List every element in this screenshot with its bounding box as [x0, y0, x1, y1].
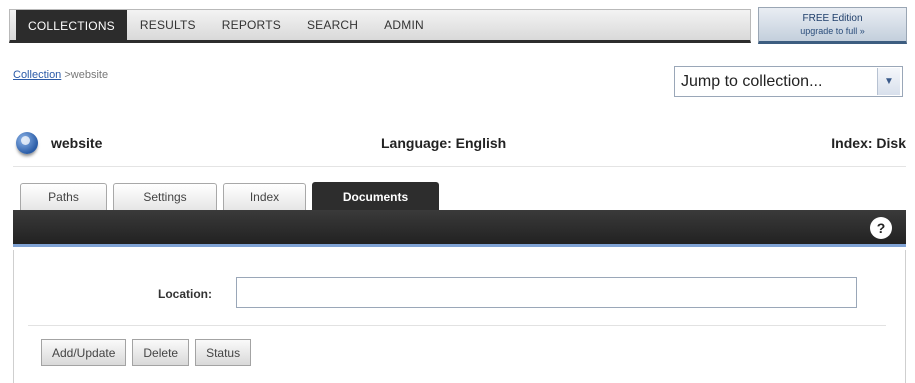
divider	[28, 325, 886, 326]
nav-collections[interactable]: COLLECTIONS	[16, 10, 127, 41]
tab-paths[interactable]: Paths	[20, 183, 107, 210]
delete-button[interactable]: Delete	[132, 339, 190, 366]
breadcrumb-separator: >	[61, 69, 71, 81]
tab-index[interactable]: Index	[223, 183, 306, 210]
collection-header: website Language: English Index: Disk	[13, 132, 906, 156]
collection-name: website	[51, 135, 103, 151]
chevron-down-icon[interactable]: ▼	[877, 68, 900, 95]
jump-to-collection-select[interactable]: Jump to collection... ▼	[674, 66, 903, 97]
nav-admin[interactable]: ADMIN	[371, 10, 437, 40]
jump-to-collection-label: Jump to collection...	[681, 72, 823, 90]
tab-settings[interactable]: Settings	[113, 183, 217, 210]
nav-search[interactable]: SEARCH	[294, 10, 371, 40]
breadcrumb: Collection >website	[13, 69, 108, 81]
top-nav: COLLECTIONS RESULTS REPORTS SEARCH ADMIN	[9, 9, 751, 43]
documents-panel: Location: Add/Update Delete Status	[13, 250, 906, 383]
panel-header: ?	[13, 210, 906, 247]
action-buttons: Add/Update Delete Status	[41, 339, 252, 366]
breadcrumb-current: website	[70, 69, 109, 81]
divider	[13, 166, 906, 167]
tab-documents[interactable]: Documents	[312, 182, 439, 210]
location-label: Location:	[158, 287, 212, 301]
status-button[interactable]: Status	[195, 339, 252, 366]
upgrade-link[interactable]: upgrade to full »	[759, 25, 906, 37]
edition-label: FREE Edition	[802, 12, 863, 24]
nav-results[interactable]: RESULTS	[127, 10, 209, 40]
tab-bar: Paths Settings Index Documents	[20, 182, 439, 210]
upgrade-edition-button[interactable]: FREE Edition upgrade to full »	[758, 7, 907, 44]
location-input[interactable]	[236, 277, 857, 308]
collection-language: Language: English	[381, 135, 507, 151]
collection-index-type: Index: Disk	[831, 135, 906, 151]
help-icon[interactable]: ?	[870, 217, 892, 239]
globe-icon	[16, 132, 38, 154]
nav-reports[interactable]: REPORTS	[209, 10, 294, 40]
add-update-button[interactable]: Add/Update	[41, 339, 127, 366]
breadcrumb-collection-link[interactable]: Collection	[13, 69, 61, 81]
